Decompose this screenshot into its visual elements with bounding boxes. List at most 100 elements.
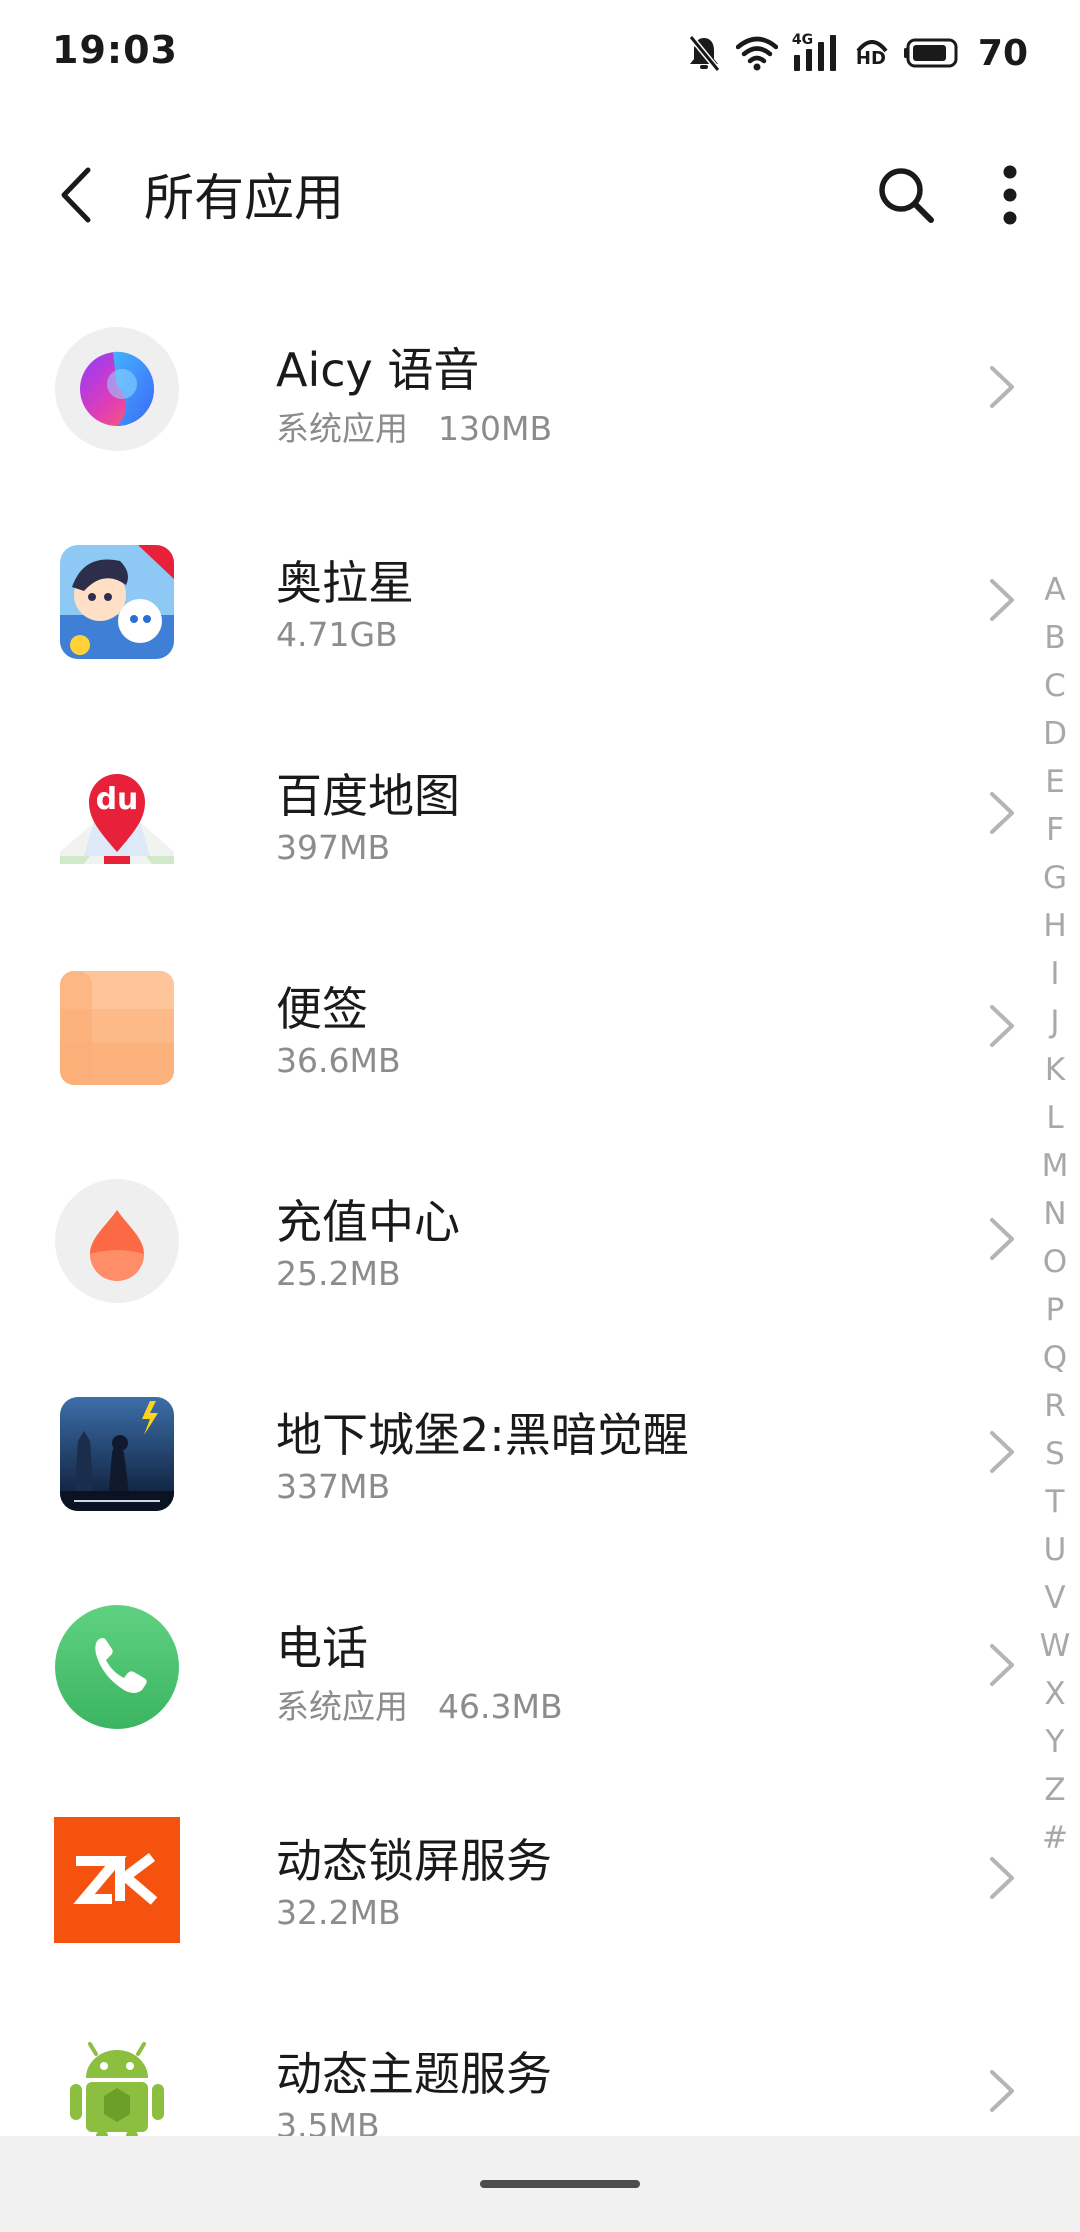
chevron-right-icon [990, 1857, 1014, 1899]
app-name: 奥拉星 [276, 556, 414, 610]
index-letter[interactable]: # [1042, 1814, 1068, 1862]
index-letter[interactable]: D [1043, 710, 1067, 758]
chevron-right-icon [990, 2070, 1014, 2112]
more-vert-icon [1003, 165, 1017, 225]
app-meta: 36.6MB [276, 1041, 401, 1080]
app-size: 337MB [276, 1467, 391, 1506]
list-item[interactable]: 奥拉星 4.71GB [0, 513, 1080, 726]
index-letter[interactable]: P [1046, 1286, 1065, 1334]
index-letter[interactable]: R [1044, 1382, 1066, 1430]
status-icons: 4G HD 70 [686, 28, 1028, 78]
app-name: 电话 [276, 1621, 368, 1675]
list-item[interactable]: Aicy 语音 系统应用 130MB [0, 300, 1080, 513]
index-letter[interactable]: M [1042, 1142, 1069, 1190]
alphabet-index[interactable]: A B C D E F G H I J K L M N O P Q R S T … [1040, 566, 1071, 1862]
index-letter[interactable]: Y [1046, 1718, 1065, 1766]
list-item[interactable]: du 百度地图 397MB [0, 726, 1080, 939]
list-item[interactable]: 地下城堡2:黑暗觉醒 337MB [0, 1365, 1080, 1578]
battery-icon [903, 37, 962, 69]
index-letter[interactable]: N [1043, 1190, 1066, 1238]
index-letter[interactable]: B [1044, 614, 1065, 662]
index-letter[interactable]: W [1040, 1622, 1071, 1670]
list-item[interactable]: 便签 36.6MB [0, 939, 1080, 1152]
app-meta: 32.2MB [276, 1893, 401, 1932]
chevron-right-icon [990, 1005, 1014, 1047]
aicy-voice-icon [55, 327, 179, 451]
back-icon [61, 167, 91, 223]
index-letter[interactable]: V [1044, 1574, 1065, 1622]
chevron-right-icon [990, 1218, 1014, 1260]
list-item[interactable]: 电话 系统应用 46.3MB [0, 1578, 1080, 1791]
app-size: 36.6MB [276, 1041, 401, 1080]
index-letter[interactable]: A [1044, 566, 1065, 614]
mute-icon [686, 33, 722, 73]
index-letter[interactable]: Q [1043, 1334, 1067, 1382]
index-letter[interactable]: U [1044, 1526, 1067, 1574]
aola-star-icon [60, 545, 174, 659]
app-meta: 系统应用 46.3MB [276, 1680, 563, 1728]
signal-icon: 4G [792, 33, 840, 73]
search-icon [879, 168, 934, 223]
app-name: 百度地图 [276, 769, 460, 823]
index-letter[interactable]: H [1043, 902, 1066, 950]
wifi-icon [735, 35, 778, 71]
index-letter[interactable]: E [1045, 758, 1065, 806]
app-list: Aicy 语音 系统应用 130MB 奥拉星 4.71GB du 百度地图 39… [0, 300, 1080, 2217]
app-name: 便签 [276, 982, 368, 1036]
baidu-logo-text: du [95, 782, 139, 817]
list-item[interactable]: 动态锁屏服务 32.2MB [0, 1791, 1080, 2004]
app-meta: 337MB [276, 1467, 390, 1506]
chevron-right-icon [990, 1644, 1014, 1686]
index-letter[interactable]: Z [1044, 1766, 1065, 1814]
app-meta: 397MB [276, 828, 390, 867]
app-name: 充值中心 [276, 1195, 460, 1249]
index-letter[interactable]: T [1046, 1478, 1065, 1526]
index-letter[interactable]: K [1045, 1046, 1065, 1094]
app-size: 25.2MB [276, 1254, 401, 1293]
hd-label: HD [855, 48, 886, 69]
page-title: 所有应用 [144, 169, 344, 227]
chevron-right-icon [990, 579, 1014, 621]
chevron-right-icon [990, 1431, 1014, 1473]
app-size: 32.2MB [276, 1893, 401, 1932]
index-letter[interactable]: S [1045, 1430, 1065, 1478]
app-tag: 系统应用 [276, 1687, 408, 1726]
recharge-center-icon [55, 1179, 179, 1303]
navigation-bar [0, 2136, 1080, 2232]
battery-level: 70 [977, 32, 1028, 74]
hd-icon: HD [854, 33, 890, 73]
index-letter[interactable]: G [1043, 854, 1067, 902]
chevron-right-icon [990, 792, 1014, 834]
app-name: 地下城堡2:黑暗觉醒 [276, 1408, 689, 1462]
chevron-right-icon [990, 366, 1014, 408]
baidu-maps-icon: du [54, 752, 180, 878]
search-button[interactable] [866, 150, 946, 240]
status-time: 19:03 [52, 28, 178, 72]
app-name: 动态主题服务 [276, 2047, 552, 2101]
index-letter[interactable]: L [1046, 1094, 1063, 1142]
notes-icon [60, 971, 174, 1085]
app-meta: 4.71GB [276, 615, 398, 654]
app-name: 动态锁屏服务 [276, 1834, 552, 1888]
index-letter[interactable]: C [1044, 662, 1066, 710]
back-button[interactable] [40, 150, 110, 240]
index-letter[interactable]: I [1050, 950, 1059, 998]
app-bar: 所有应用 [0, 130, 1080, 260]
phone-icon [55, 1605, 179, 1729]
app-size: 4.71GB [276, 615, 398, 654]
app-name: Aicy 语音 [276, 343, 480, 397]
list-item[interactable]: 充值中心 25.2MB [0, 1152, 1080, 1365]
app-size: 130MB [438, 409, 553, 448]
app-size: 397MB [276, 828, 391, 867]
app-meta: 系统应用 130MB [276, 402, 552, 450]
app-size: 46.3MB [438, 1687, 563, 1726]
index-letter[interactable]: F [1046, 806, 1064, 854]
home-gesture-handle[interactable] [480, 2180, 640, 2188]
app-meta: 25.2MB [276, 1254, 401, 1293]
index-letter[interactable]: O [1043, 1238, 1067, 1286]
index-letter[interactable]: X [1044, 1670, 1065, 1718]
index-letter[interactable]: J [1050, 998, 1059, 1046]
dungeon-castle-icon [60, 1397, 174, 1511]
app-tag: 系统应用 [276, 409, 408, 448]
more-options-button[interactable] [980, 150, 1040, 240]
